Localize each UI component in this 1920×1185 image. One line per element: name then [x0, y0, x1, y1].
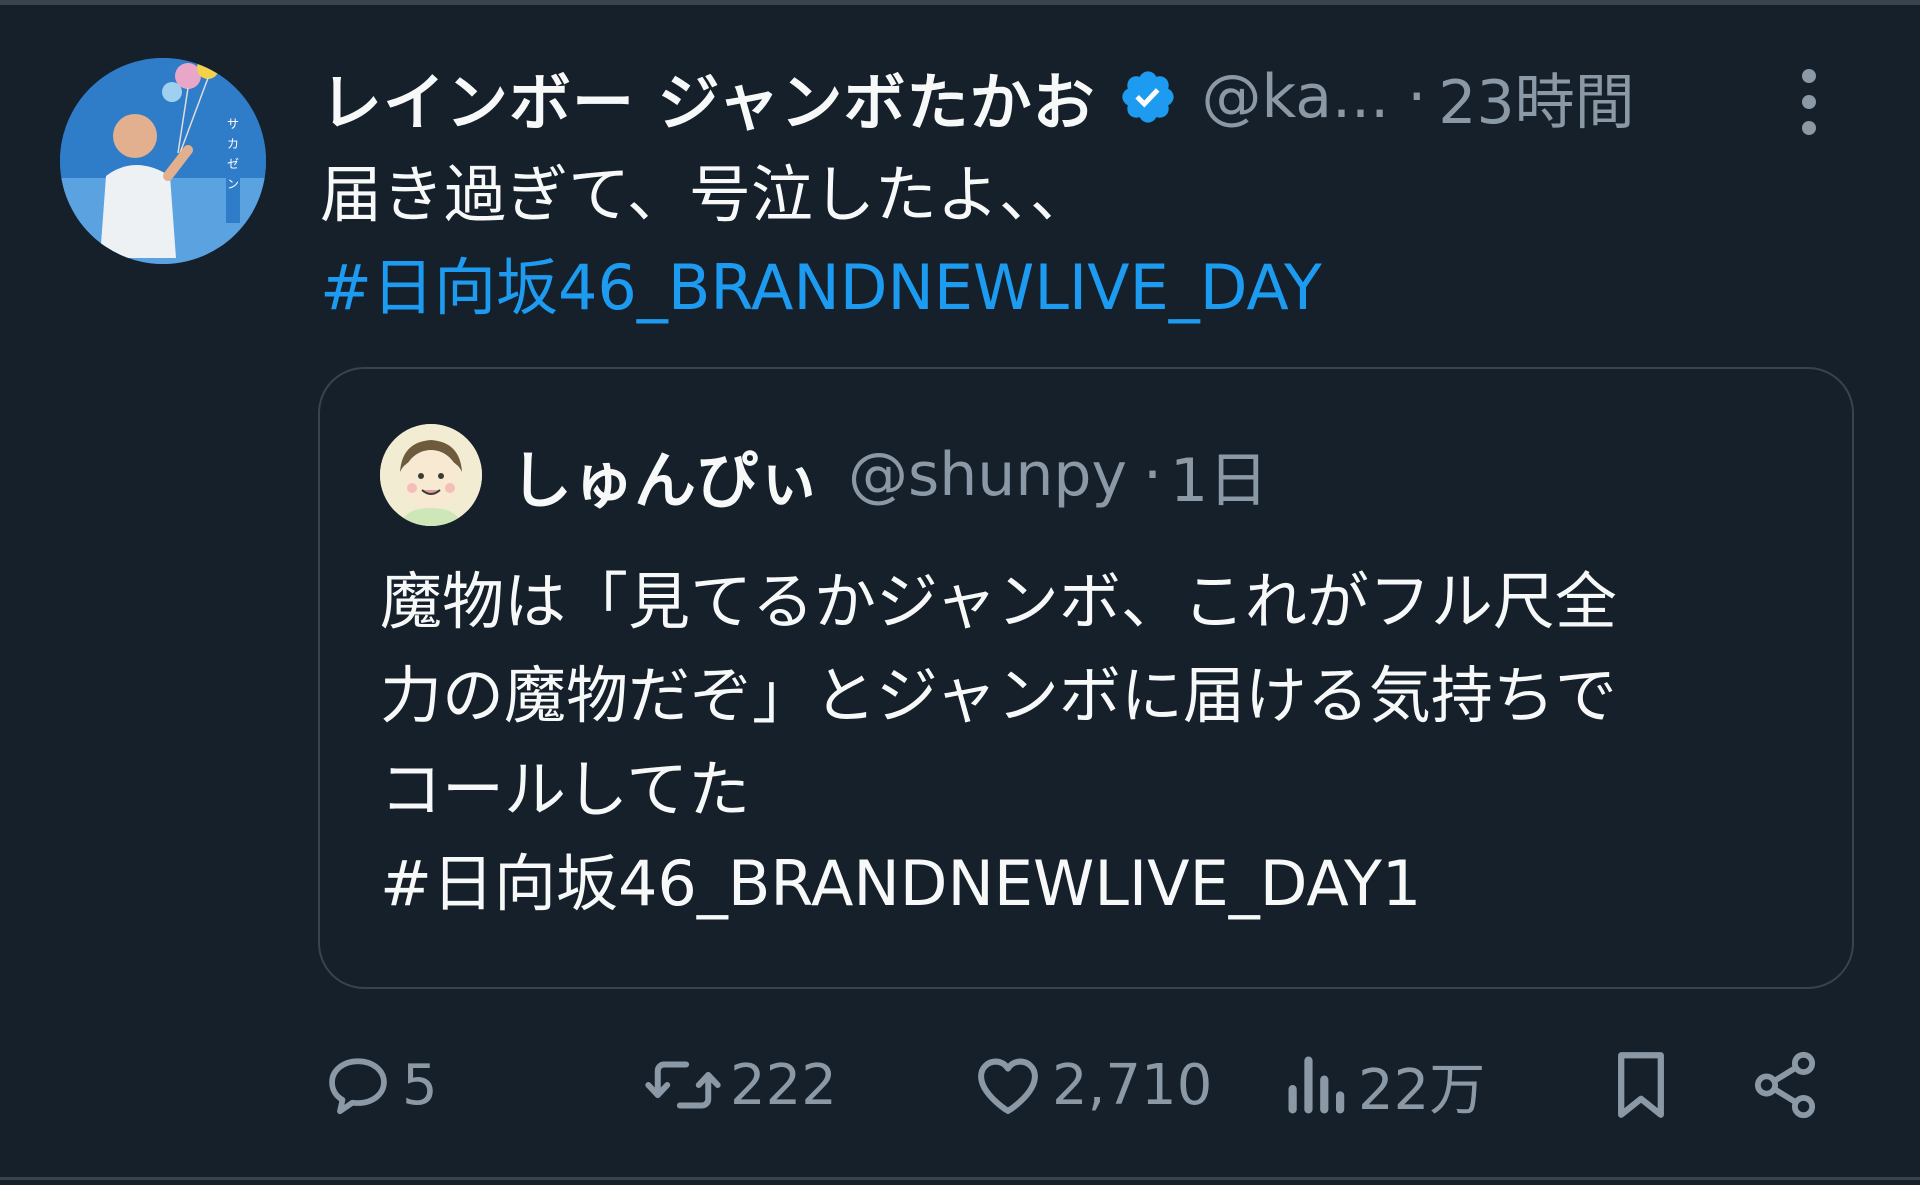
share-icon: [1754, 1051, 1816, 1119]
bottom-divider: [0, 1177, 1920, 1180]
quote-author-avatar[interactable]: [380, 424, 482, 526]
more-options-icon[interactable]: [1795, 62, 1823, 142]
reply-count: 5: [402, 1052, 438, 1118]
quote-text: 魔物は「見てるかジャンボ、これがフル尺全 力の魔物だぞ」とジャンボに届ける気持ち…: [380, 555, 1800, 931]
retweet-count: 222: [730, 1052, 837, 1118]
header-separator: ·: [1407, 62, 1427, 132]
action-bar: 5 222 2,710 22万: [0, 1045, 1920, 1125]
verified-badge-icon[interactable]: [1118, 67, 1178, 127]
like-button[interactable]: 2,710: [970, 1045, 1212, 1125]
tweet-timestamp[interactable]: 23時間: [1438, 54, 1634, 141]
quote-hashtag-link[interactable]: #日向坂46_BRANDNEWLIVE_DAY1: [380, 837, 1800, 931]
tweet-header: レインボー ジャンボたかお @ka... · 23時間: [320, 52, 1840, 142]
bookmark-button[interactable]: [1608, 1045, 1674, 1125]
like-count: 2,710: [1052, 1052, 1213, 1118]
bookmark-icon: [1618, 1052, 1664, 1118]
reply-icon: [329, 1058, 387, 1115]
retweet-icon: [645, 1061, 721, 1109]
top-divider: [0, 0, 1920, 5]
views-count: 22万: [1358, 1057, 1486, 1123]
quote-header: しゅんぴぃ @shunpy · 1日: [510, 430, 1268, 520]
svg-text:カ: カ: [227, 137, 239, 151]
quote-author-display-name[interactable]: しゅんぴぃ: [510, 430, 820, 520]
views-button[interactable]: 22万: [1282, 1045, 1485, 1125]
share-button[interactable]: [1748, 1045, 1822, 1125]
quote-text-line: コールしてた: [380, 753, 751, 826]
reply-button[interactable]: 5: [320, 1045, 438, 1125]
quote-header-separator: ·: [1142, 440, 1163, 510]
svg-text:ン: ン: [227, 177, 239, 191]
quote-text-line: 力の魔物だぞ」とジャンボに届ける気持ちで: [380, 659, 1617, 732]
tweet-hashtag-link[interactable]: #日向坂46_BRANDNEWLIVE_DAY: [320, 243, 1322, 333]
author-avatar[interactable]: サ カ ゼ ン: [60, 58, 266, 264]
author-handle[interactable]: @ka...: [1202, 62, 1390, 132]
svg-text:サ: サ: [227, 117, 239, 131]
tweet-text: 届き過ぎて、号泣したよ、、: [320, 158, 1092, 231]
quote-author-handle[interactable]: @shunpy: [848, 440, 1127, 510]
retweet-button[interactable]: 222: [642, 1045, 837, 1125]
profile-photo-icon: サ カ ゼ ン: [60, 58, 266, 264]
quote-text-line: 魔物は「見てるかジャンボ、これがフル尺全: [380, 565, 1617, 638]
cartoon-avatar-icon: [380, 424, 482, 526]
svg-text:ゼ: ゼ: [227, 157, 239, 171]
views-chart-icon: [1288, 1056, 1345, 1114]
author-display-name[interactable]: レインボー ジャンボたかお: [320, 52, 1096, 142]
heart-icon: [978, 1058, 1038, 1114]
quote-timestamp[interactable]: 1日: [1170, 432, 1268, 519]
